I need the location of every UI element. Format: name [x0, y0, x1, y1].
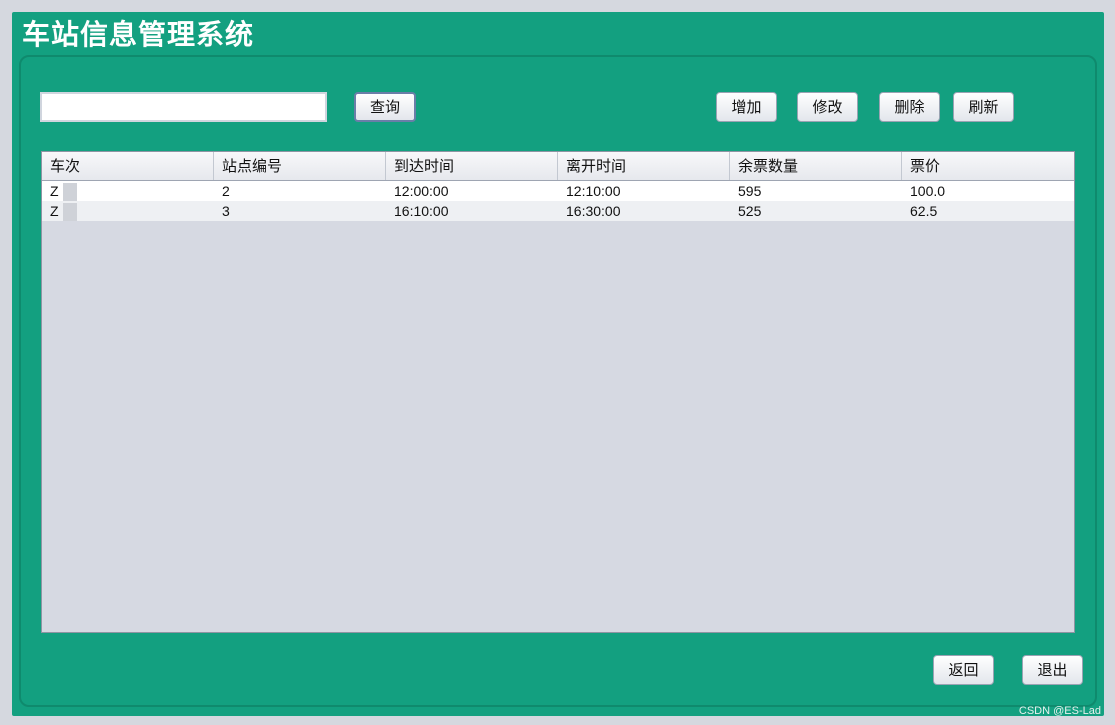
- cell-station-id: 3: [222, 203, 230, 219]
- table-row[interactable]: Z 3 16:10:00 16:30:00 525 62.5: [42, 201, 1074, 222]
- cell-tickets-left: 525: [738, 203, 762, 219]
- column-header-price[interactable]: 票价: [902, 152, 1074, 180]
- redaction-mask: [62, 203, 77, 222]
- column-header-departure-time[interactable]: 离开时间: [558, 152, 730, 180]
- column-header-train-no[interactable]: 车次: [42, 152, 214, 180]
- back-button[interactable]: 返回: [933, 655, 994, 685]
- cell-train-no: Z: [42, 201, 214, 222]
- page-title: 车站信息管理系统: [22, 18, 255, 51]
- search-input[interactable]: [40, 92, 327, 122]
- add-button[interactable]: 增加: [716, 92, 777, 122]
- delete-button[interactable]: 删除: [879, 92, 940, 122]
- column-header-arrival-time[interactable]: 到达时间: [386, 152, 558, 180]
- cell-arrival-time: 16:10:00: [394, 203, 449, 219]
- query-button[interactable]: 查询: [354, 92, 416, 122]
- column-header-tickets-left[interactable]: 余票数量: [730, 152, 902, 180]
- exit-button[interactable]: 退出: [1022, 655, 1083, 685]
- cell-tickets-left: 595: [738, 183, 762, 199]
- cell-station-id: 2: [222, 183, 230, 199]
- edit-button[interactable]: 修改: [797, 92, 858, 122]
- train-table[interactable]: 车次 站点编号 到达时间 离开时间 余票数量 票价 Z 2 12:00:00 1…: [41, 151, 1075, 633]
- cell-departure-time: 12:10:00: [566, 183, 621, 199]
- table-row[interactable]: Z 2 12:00:00 12:10:00 595 100.0: [42, 181, 1074, 202]
- cell-departure-time: 16:30:00: [566, 203, 621, 219]
- cell-price: 62.5: [910, 203, 938, 219]
- cell-arrival-time: 12:00:00: [394, 183, 449, 199]
- column-header-station-id[interactable]: 站点编号: [214, 152, 386, 180]
- cell-train-no: Z: [42, 181, 214, 202]
- refresh-button[interactable]: 刷新: [953, 92, 1014, 122]
- cell-price: 100.0: [910, 183, 946, 199]
- table-header: 车次 站点编号 到达时间 离开时间 余票数量 票价: [42, 152, 1074, 181]
- redaction-mask: [62, 183, 77, 202]
- watermark: CSDN @ES-Lad: [1018, 705, 1101, 717]
